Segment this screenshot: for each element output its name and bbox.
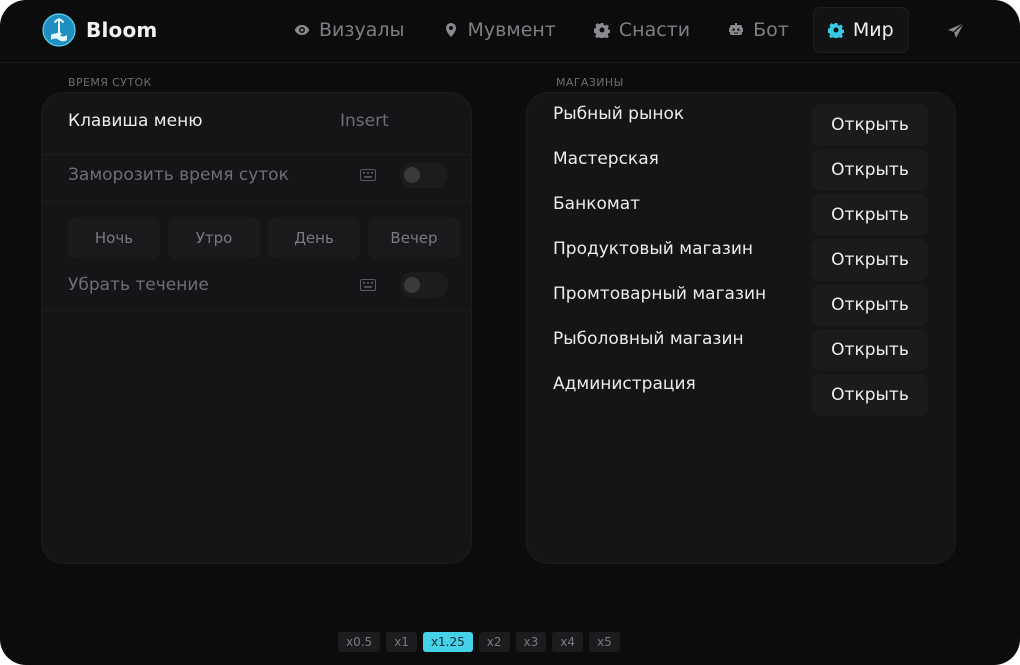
time-day-button[interactable]: День [268, 217, 360, 259]
shop-label: Рыболовный магазин [553, 329, 744, 349]
remove-current-label: Убрать течение [68, 275, 209, 295]
keyboard-icon[interactable] [360, 279, 376, 291]
remove-current-toggle[interactable] [400, 272, 448, 298]
brand: Bloom [42, 13, 157, 47]
open-shop-button[interactable]: Открыть [812, 329, 928, 371]
eye-icon [294, 25, 310, 35]
menu-key-value[interactable]: Insert [340, 111, 389, 131]
brand-name: Bloom [86, 18, 158, 42]
robot-icon [729, 23, 744, 35]
shop-label: Банкомат [553, 194, 641, 214]
divider [42, 201, 471, 202]
shop-label: Продуктовый магазин [553, 239, 754, 259]
speed-option-selected[interactable]: x1.25 [422, 632, 473, 652]
remove-current-row: Убрать течение [42, 265, 471, 309]
time-night-button[interactable]: Ночь [68, 217, 160, 259]
speed-option[interactable]: x3 [515, 632, 547, 652]
nav-tab-tackle[interactable]: Снасти [580, 7, 704, 53]
top-bar: Bloom Визуалы Мувмент Снасти Бот Мир [0, 0, 1020, 63]
bloom-logo-icon [42, 13, 76, 47]
speed-option[interactable]: x2 [478, 632, 510, 652]
gear-icon [827, 23, 844, 38]
shop-label: Мастерская [553, 149, 659, 169]
speed-selector: x0.5 x1 x1.25 x2 x3 x4 x5 [338, 632, 620, 652]
nav-tab-movement[interactable]: Мувмент [429, 7, 570, 53]
send-icon[interactable] [946, 21, 966, 41]
main-nav: Визуалы Мувмент Снасти Бот Мир [280, 7, 919, 55]
keyboard-icon[interactable] [360, 169, 376, 181]
time-evening-button[interactable]: Вечер [368, 217, 460, 259]
shops-panel: Рыбный рынок Открыть Мастерская Открыть … [526, 92, 956, 564]
open-shop-button[interactable]: Открыть [812, 149, 928, 191]
freeze-time-label: Заморозить время суток [68, 165, 289, 185]
time-section-title: ВРЕМЯ СУТОК [68, 76, 152, 89]
open-shop-button[interactable]: Открыть [812, 194, 928, 236]
open-shop-button[interactable]: Открыть [812, 374, 928, 416]
speed-option[interactable]: x4 [552, 632, 584, 652]
open-shop-button[interactable]: Открыть [812, 239, 928, 281]
open-shop-button[interactable]: Открыть [812, 284, 928, 326]
shops-section-title: МАГАЗИНЫ [556, 76, 624, 89]
app-window: Bloom Визуалы Мувмент Снасти Бот Мир ВРЕ… [0, 0, 1020, 665]
map-pin-icon [445, 23, 456, 37]
open-shop-button[interactable]: Открыть [812, 104, 928, 146]
freeze-time-toggle[interactable] [400, 162, 448, 188]
toggle-knob [404, 277, 420, 293]
nav-tab-world[interactable]: Мир [812, 7, 909, 53]
speed-option[interactable]: x0.5 [338, 632, 381, 652]
gear-icon [593, 23, 610, 38]
toggle-knob [404, 167, 420, 183]
nav-tab-label: Бот [753, 19, 789, 41]
freeze-time-row: Заморозить время суток [42, 155, 471, 201]
nav-tab-bot[interactable]: Бот [714, 7, 803, 53]
menu-key-row: Клавиша меню Insert [42, 93, 471, 153]
time-panel: Клавиша меню Insert Заморозить время сут… [41, 92, 472, 564]
nav-tab-label: Мир [852, 19, 894, 41]
nav-tab-label: Снасти [618, 19, 691, 41]
shop-label: Промтоварный магазин [553, 284, 767, 304]
speed-option[interactable]: x5 [589, 632, 620, 652]
speed-option[interactable]: x1 [386, 632, 417, 652]
nav-tab-label: Мувмент [467, 19, 556, 41]
nav-tab-visuals[interactable]: Визуалы [280, 7, 419, 53]
divider [42, 310, 471, 311]
nav-tab-label: Визуалы [319, 19, 405, 41]
shop-label: Администрация [553, 374, 696, 394]
time-morning-button[interactable]: Утро [168, 217, 260, 259]
shop-label: Рыбный рынок [553, 104, 685, 124]
menu-key-label: Клавиша меню [68, 111, 203, 131]
